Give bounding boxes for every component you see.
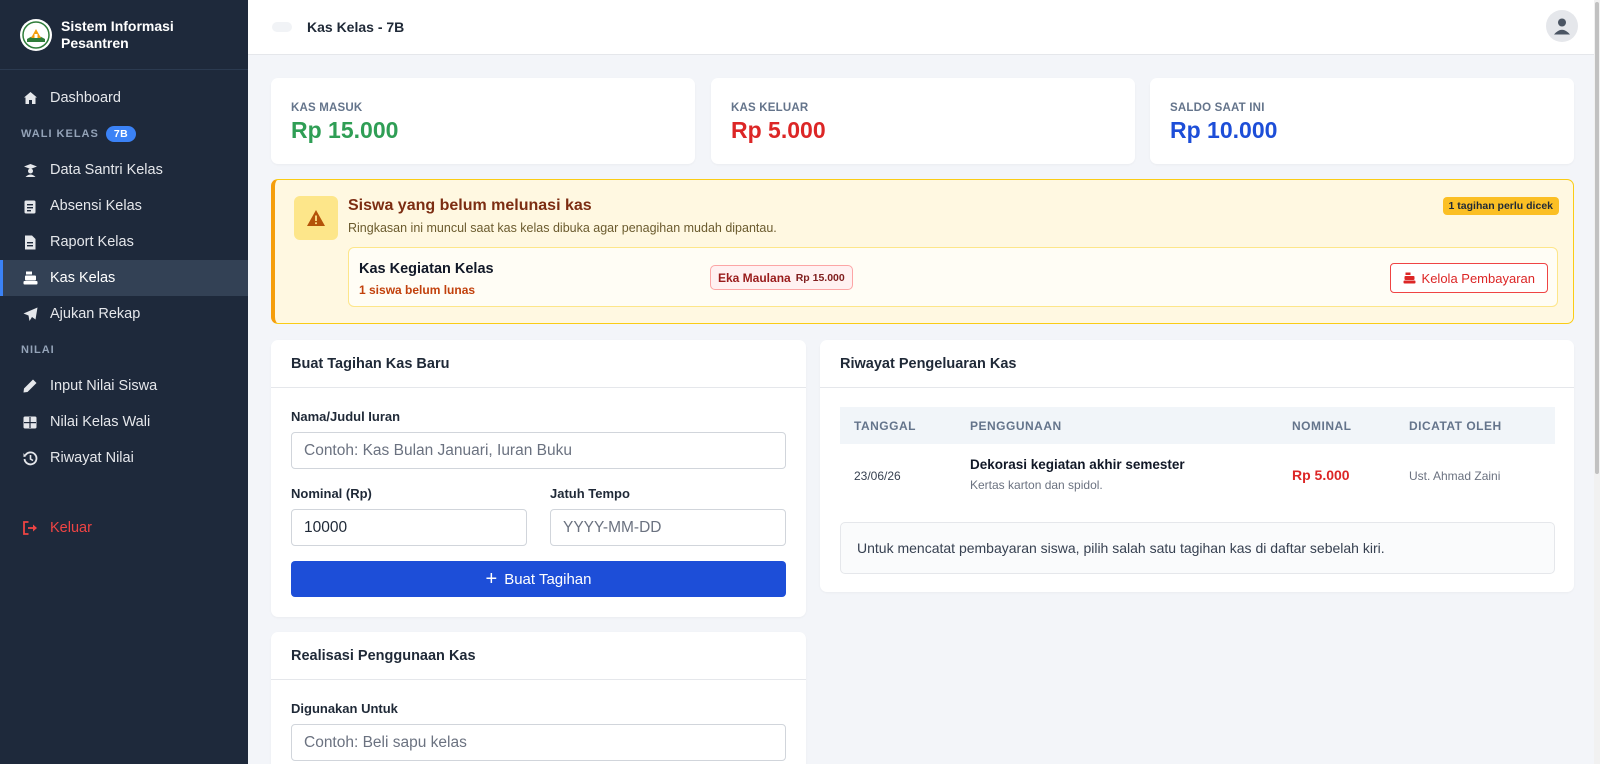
stat-card-kas-keluar: KAS KELUAR Rp 5.000	[711, 78, 1135, 164]
bill-title: Kas Kegiatan Kelas	[359, 261, 494, 277]
class-badge: 7B	[105, 126, 137, 142]
student-icon	[22, 162, 38, 178]
sidebar-item-label: Data Santri Kelas	[50, 162, 163, 178]
sidebar-item-ajukan-rekap[interactable]: Ajukan Rekap	[0, 296, 248, 332]
sidebar-item-data-santri[interactable]: Data Santri Kelas	[0, 152, 248, 188]
buat-tagihan-button[interactable]: + Buat Tagihan	[291, 561, 786, 597]
alert-count-badge: 1 tagihan perlu dicek	[1442, 197, 1559, 215]
page-scrollbar[interactable]	[1594, 0, 1600, 764]
sidebar-item-raport[interactable]: Raport Kelas	[0, 224, 248, 260]
sidebar-toggle-button[interactable]	[272, 22, 292, 32]
jatuh-tempo-label: Jatuh Tempo	[550, 486, 630, 501]
sidebar-item-label: Raport Kelas	[50, 234, 134, 250]
stat-label: SALDO SAAT INI	[1170, 102, 1265, 114]
stat-value: Rp 10.000	[1170, 117, 1278, 143]
user-icon	[1554, 18, 1570, 35]
plus-icon: +	[485, 568, 498, 590]
nominal-label: Nominal (Rp)	[291, 486, 372, 501]
card-title: Realisasi Penggunaan Kas	[271, 632, 806, 680]
bill-unpaid-count: 1 siswa belum lunas	[359, 283, 476, 297]
create-bill-card: Buat Tagihan Kas Baru Nama/Judul Iuran N…	[271, 340, 806, 617]
cell-dicatat-oleh: Ust. Ahmad Zaini	[1409, 469, 1501, 483]
cell-penggunaan-detail: Kertas karton dan spidol.	[970, 478, 1103, 492]
expense-card: Realisasi Penggunaan Kas Digunakan Untuk	[271, 632, 806, 764]
cell-penggunaan: Dekorasi kegiatan akhir semester	[970, 457, 1185, 472]
topbar: Kas Kelas - 7B	[248, 0, 1600, 55]
alert-title: Siswa yang belum melunasi kas	[348, 197, 592, 214]
table-grid-icon	[22, 414, 38, 430]
pesantren-logo-icon	[20, 18, 52, 51]
sidebar-item-input-nilai[interactable]: Input Nilai Siswa	[0, 368, 248, 404]
digunakan-untuk-label: Digunakan Untuk	[291, 701, 398, 716]
clipboard-icon	[22, 198, 38, 214]
unpaid-alert: Siswa yang belum melunasi kas Ringkasan …	[271, 179, 1574, 324]
unpaid-student-chip: Eka Maulana Rp 15.000	[710, 265, 853, 290]
sidebar-item-label: Keluar	[50, 520, 92, 536]
sidebar-item-label: Kas Kelas	[50, 270, 116, 286]
column-header: TANGGAL	[854, 419, 916, 433]
sign-out-icon	[22, 520, 38, 536]
sidebar-item-label: Dashboard	[50, 90, 121, 106]
section-label-nilai: NILAI	[21, 344, 55, 356]
card-title: Riwayat Pengeluaran Kas	[820, 340, 1574, 388]
sidebar-item-label: Ajukan Rekap	[50, 306, 141, 322]
button-label: Buat Tagihan	[504, 570, 592, 588]
card-title: Buat Tagihan Kas Baru	[271, 340, 806, 388]
brand-name-line1: Sistem Informasi	[61, 17, 174, 34]
stat-value: Rp 5.000	[731, 117, 826, 143]
section-label-wali-kelas: WALI KELAS 7B	[0, 116, 248, 152]
table-header: TANGGAL PENGGUNAAN NOMINAL DICATAT OLEH	[840, 407, 1555, 444]
sidebar-item-label: Riwayat Nilai	[50, 450, 134, 466]
cash-register-icon	[22, 270, 38, 286]
stat-value: Rp 15.000	[291, 117, 399, 143]
student-amount: Rp 15.000	[795, 271, 845, 284]
warning-icon	[294, 196, 338, 240]
sidebar-item-label: Nilai Kelas Wali	[50, 414, 151, 430]
sidebar-item-absensi[interactable]: Absensi Kelas	[0, 188, 248, 224]
sidebar-item-label: Absensi Kelas	[50, 198, 142, 214]
nominal-input[interactable]	[291, 509, 527, 546]
brand-name-line2: Pesantren	[61, 34, 129, 51]
column-header: PENGGUNAAN	[970, 419, 1062, 433]
stat-card-kas-masuk: KAS MASUK Rp 15.000	[271, 78, 695, 164]
sidebar-item-label: Input Nilai Siswa	[50, 378, 158, 394]
sidebar-item-keluar[interactable]: Keluar	[0, 510, 248, 546]
stat-label: KAS KELUAR	[731, 102, 809, 114]
pencil-icon	[22, 378, 38, 394]
expense-history-card: Riwayat Pengeluaran Kas TANGGAL PENGGUNA…	[820, 340, 1574, 592]
column-header: DICATAT OLEH	[1409, 419, 1502, 433]
cell-tanggal: 23/06/26	[854, 469, 901, 483]
column-header: NOMINAL	[1292, 419, 1352, 433]
page-title: Kas Kelas - 7B	[307, 19, 405, 35]
sidebar-item-riwayat-nilai[interactable]: Riwayat Nilai	[0, 440, 248, 476]
home-icon	[22, 90, 38, 106]
sidebar-nav: Dashboard WALI KELAS 7B Data Santri Kela…	[0, 70, 248, 546]
kelola-pembayaran-button[interactable]: Kelola Pembayaran	[1389, 263, 1548, 293]
unpaid-bill-row: Kas Kegiatan Kelas 1 siswa belum lunas E…	[348, 247, 1558, 307]
digunakan-untuk-input[interactable]	[291, 724, 786, 761]
jatuh-tempo-input[interactable]	[550, 509, 786, 546]
info-note: Untuk mencatat pembayaran siswa, pilih s…	[840, 522, 1555, 574]
stat-label: KAS MASUK	[291, 102, 363, 114]
paper-plane-icon	[22, 306, 38, 322]
section-title: WALI KELAS	[21, 128, 99, 140]
file-icon	[22, 234, 38, 250]
stat-card-saldo: SALDO SAAT INI Rp 10.000	[1150, 78, 1574, 164]
nama-iuran-label: Nama/Judul Iuran	[291, 409, 401, 424]
scrollbar-thumb[interactable]	[1595, 2, 1599, 474]
cash-register-icon	[1403, 272, 1416, 284]
brand[interactable]: Sistem Informasi Pesantren	[0, 0, 248, 70]
sidebar: Sistem Informasi Pesantren Dashboard WAL…	[0, 0, 248, 764]
alert-description: Ringkasan ini muncul saat kas kelas dibu…	[348, 221, 777, 235]
sidebar-item-nilai-kelas-wali[interactable]: Nilai Kelas Wali	[0, 404, 248, 440]
cell-nominal: Rp 5.000	[1292, 467, 1350, 483]
history-icon	[22, 450, 38, 466]
user-avatar[interactable]	[1546, 10, 1578, 42]
button-label: Kelola Pembayaran	[1421, 270, 1535, 286]
student-name: Eka Maulana	[718, 270, 791, 285]
sidebar-item-kas-kelas[interactable]: Kas Kelas	[0, 260, 248, 296]
nama-iuran-input[interactable]	[291, 432, 786, 469]
sidebar-item-dashboard[interactable]: Dashboard	[0, 80, 248, 116]
